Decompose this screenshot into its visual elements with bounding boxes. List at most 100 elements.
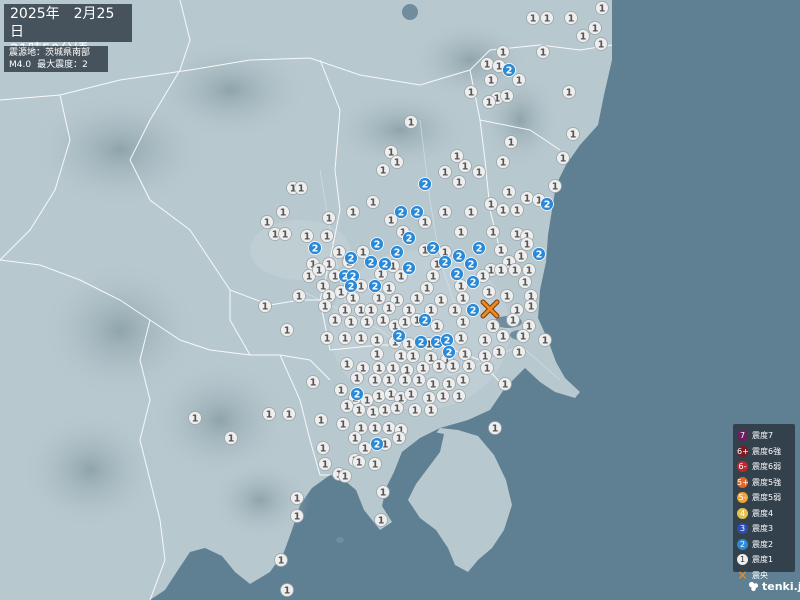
svg-text:1: 1 bbox=[542, 336, 549, 347]
svg-text:1: 1 bbox=[496, 62, 503, 73]
intensity-1-marker: 1 bbox=[434, 293, 448, 307]
svg-text:1: 1 bbox=[502, 380, 509, 391]
svg-text:1: 1 bbox=[486, 98, 493, 109]
svg-text:1: 1 bbox=[310, 378, 317, 389]
intensity-1-marker: 1 bbox=[382, 281, 396, 295]
intensity-1-marker: 1 bbox=[454, 331, 468, 345]
intensity-1-marker: 1 bbox=[376, 313, 390, 327]
svg-text:2: 2 bbox=[536, 250, 543, 261]
svg-text:1: 1 bbox=[322, 302, 329, 313]
svg-text:2: 2 bbox=[396, 332, 403, 343]
intensity-1-marker: 1 bbox=[316, 441, 330, 455]
intensity-1-marker: 1 bbox=[452, 175, 466, 189]
svg-text:2: 2 bbox=[406, 264, 413, 275]
svg-text:1: 1 bbox=[486, 288, 493, 299]
svg-text:1: 1 bbox=[414, 294, 421, 305]
svg-text:1: 1 bbox=[520, 332, 527, 343]
svg-text:2: 2 bbox=[454, 270, 461, 281]
legend-badge: 3 bbox=[737, 523, 748, 535]
svg-text:1: 1 bbox=[598, 40, 605, 51]
svg-text:1: 1 bbox=[458, 228, 465, 239]
intensity-1-marker: 1 bbox=[392, 431, 406, 445]
intensity-1-marker: 1 bbox=[368, 421, 382, 435]
svg-text:1: 1 bbox=[599, 4, 606, 15]
svg-text:1: 1 bbox=[522, 278, 529, 289]
legend-badge: 4 bbox=[737, 507, 748, 519]
intensity-1-marker: 1 bbox=[280, 323, 294, 337]
svg-text:1: 1 bbox=[420, 364, 427, 375]
svg-text:1: 1 bbox=[284, 326, 291, 337]
svg-text:1: 1 bbox=[398, 352, 405, 363]
svg-text:2: 2 bbox=[312, 244, 319, 255]
intensity-2-marker: 2 bbox=[370, 237, 384, 251]
intensity-2-marker: 2 bbox=[394, 205, 408, 219]
svg-text:2: 2 bbox=[434, 338, 441, 349]
svg-text:1: 1 bbox=[272, 230, 279, 241]
intensity-1-marker: 1 bbox=[374, 513, 388, 527]
svg-text:1: 1 bbox=[378, 270, 385, 281]
svg-text:1: 1 bbox=[566, 88, 573, 99]
svg-text:1: 1 bbox=[498, 246, 505, 257]
intensity-1-marker: 1 bbox=[566, 127, 580, 141]
svg-text:1: 1 bbox=[442, 168, 449, 179]
datetime-panel: 2025年 2月25日 21時50分頃 bbox=[4, 4, 132, 58]
intensity-2-marker: 2 bbox=[370, 437, 384, 451]
intensity-1-marker: 1 bbox=[328, 313, 342, 327]
svg-text:1: 1 bbox=[482, 336, 489, 347]
intensity-1-marker: 1 bbox=[480, 57, 494, 71]
intensity-2-marker: 2 bbox=[350, 387, 364, 401]
intensity-1-marker: 1 bbox=[340, 399, 354, 413]
svg-text:1: 1 bbox=[296, 292, 303, 303]
intensity-1-marker: 1 bbox=[382, 373, 396, 387]
svg-text:1: 1 bbox=[368, 306, 375, 317]
svg-text:1: 1 bbox=[278, 556, 285, 567]
intensity-2-marker: 2 bbox=[418, 177, 432, 191]
intensity-2-marker: 2 bbox=[540, 197, 554, 211]
svg-text:1: 1 bbox=[528, 302, 535, 313]
svg-text:2: 2 bbox=[372, 282, 379, 293]
svg-text:2: 2 bbox=[444, 336, 451, 347]
svg-text:1: 1 bbox=[544, 14, 551, 25]
intensity-2-marker: 2 bbox=[410, 205, 424, 219]
tenki-logo[interactable]: tenki.jp bbox=[748, 580, 800, 593]
svg-text:1: 1 bbox=[342, 306, 349, 317]
intensity-1-marker: 1 bbox=[424, 403, 438, 417]
svg-text:1: 1 bbox=[356, 458, 363, 469]
svg-text:1: 1 bbox=[516, 348, 523, 359]
svg-text:2: 2 bbox=[456, 252, 463, 263]
intensity-1-marker: 1 bbox=[346, 205, 360, 219]
intensity-1-marker: 1 bbox=[306, 375, 320, 389]
svg-text:1: 1 bbox=[462, 162, 469, 173]
svg-text:1: 1 bbox=[480, 272, 487, 283]
intensity-1-marker: 1 bbox=[518, 275, 532, 289]
intensity-1-marker: 1 bbox=[446, 359, 460, 373]
svg-text:1: 1 bbox=[468, 88, 475, 99]
intensity-1-marker: 1 bbox=[422, 391, 436, 405]
intensity-2-marker: 2 bbox=[390, 245, 404, 259]
svg-text:1: 1 bbox=[380, 488, 387, 499]
intensity-1-marker: 1 bbox=[464, 85, 478, 99]
intensity-1-marker: 1 bbox=[452, 389, 466, 403]
svg-text:1: 1 bbox=[364, 318, 371, 329]
intensity-1-marker: 1 bbox=[224, 431, 238, 445]
svg-text:1: 1 bbox=[510, 316, 517, 327]
intensity-1-marker: 1 bbox=[376, 485, 390, 499]
svg-text:1: 1 bbox=[592, 24, 599, 35]
svg-text:1: 1 bbox=[262, 302, 269, 313]
intensity-1-marker: 1 bbox=[322, 211, 336, 225]
svg-text:1: 1 bbox=[484, 60, 491, 71]
intensity-1-marker: 1 bbox=[262, 407, 276, 421]
svg-text:1: 1 bbox=[370, 408, 377, 419]
svg-text:2: 2 bbox=[398, 208, 405, 219]
intensity-1-marker: 1 bbox=[426, 269, 440, 283]
intensity-1-marker: 1 bbox=[448, 303, 462, 317]
intensity-1-marker: 1 bbox=[416, 361, 430, 375]
svg-text:1: 1 bbox=[500, 48, 507, 59]
svg-text:1: 1 bbox=[446, 380, 453, 391]
intensity-1-marker: 1 bbox=[366, 405, 380, 419]
svg-text:1: 1 bbox=[504, 292, 511, 303]
legend-label: 震度1 bbox=[752, 555, 774, 565]
svg-text:1: 1 bbox=[430, 272, 437, 283]
intensity-1-marker: 1 bbox=[420, 281, 434, 295]
svg-text:1: 1 bbox=[358, 282, 365, 293]
